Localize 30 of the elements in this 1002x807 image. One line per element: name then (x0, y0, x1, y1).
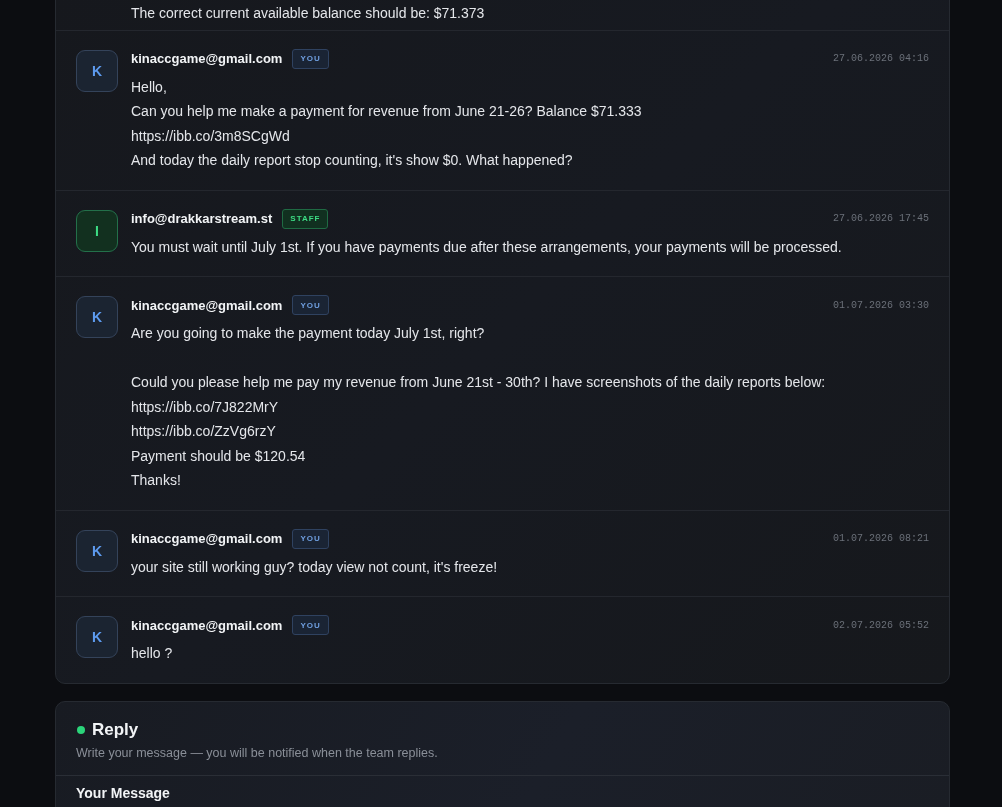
avatar: I (76, 209, 118, 252)
role-badge: YOU (292, 48, 329, 69)
avatar: K (76, 49, 118, 92)
avatar: K (76, 296, 118, 338)
reply-heading: Reply (92, 719, 139, 740)
sender-email: kinaccgame@gmail.com (131, 51, 283, 66)
message-text: Are you going to make the payment today July 1st, right? Could you please help me pay my revenue from June 21st - 30th? I have screenshots of the daily reports below: https://ibb.co/7J822MrY https://ibb.co/ZzVg6rzY Payment should be $120.54 Thanks! (131, 324, 827, 490)
role-badge: YOU (292, 295, 329, 315)
role-badge: YOU (292, 528, 329, 549)
message-time: 02.07.2026 05:52 (833, 619, 929, 631)
message-time: 27.06.2026 04:16 (833, 53, 929, 64)
message-time: 01.07.2026 03:30 (833, 299, 929, 311)
avatar: K (76, 529, 118, 572)
reply-hint: Write your message — you will be notified when the team replies. (76, 745, 439, 760)
message-text: The correct current available balance should be: $71.373 (131, 4, 486, 23)
status-dot-icon (77, 725, 85, 734)
message-time: 27.06.2026 17:45 (833, 213, 929, 224)
avatar: K (76, 616, 118, 658)
sender-email: kinaccgame@gmail.com (131, 617, 283, 633)
sender-email: info@drakkarstream.st (131, 211, 273, 226)
field-label: Your Message (76, 784, 171, 801)
message-text: hello ? (131, 644, 174, 663)
role-badge: STAFF (282, 208, 329, 229)
message-text: You must wait until July 1st. If you have payments due after these arrangements, your payments will be processed. (131, 237, 843, 257)
message-text: Hello, Can you help me make a payment for revenue from June 21-26? Balance $71.333 https://ibb.co/3m8SCgWd And today the daily report stop counting, it's show $0. What happened? (131, 77, 643, 170)
sender-email: kinaccgame@gmail.com (131, 531, 283, 546)
message-time: 01.07.2026 08:21 (833, 533, 929, 544)
role-badge: YOU (292, 615, 329, 635)
sender-email: kinaccgame@gmail.com (131, 297, 283, 313)
message-text: your site still working guy? today view not count, it's freeze! (131, 557, 499, 577)
